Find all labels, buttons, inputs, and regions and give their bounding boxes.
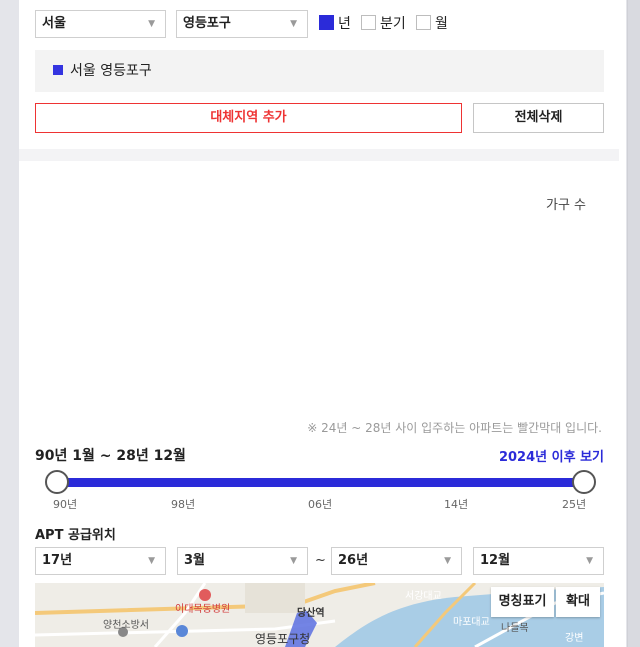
chevron-down-icon: ▼	[586, 556, 593, 566]
to-month-value: 12월	[480, 553, 511, 568]
range-tick-label: 06년	[308, 498, 333, 511]
checkbox-unchecked-icon	[416, 15, 431, 30]
chart-y-axis-label: 가구 수	[546, 198, 587, 213]
to-year-value: 26년	[338, 553, 369, 568]
range-slider-max-handle[interactable]	[572, 470, 596, 494]
from-month-value: 3월	[184, 553, 206, 568]
zoom-button[interactable]: 확대	[556, 587, 600, 617]
region-tag-label: 서울 영등포구	[70, 63, 152, 79]
to-year-select[interactable]: 26년 ▼	[331, 547, 462, 575]
range-tick-label: 14년	[444, 498, 469, 511]
map-label-district-office: 영등포구청	[255, 632, 311, 646]
range-separator: ~	[315, 553, 326, 568]
period-month-checkbox[interactable]: 월	[416, 15, 448, 33]
period-month-label: 월	[435, 16, 448, 32]
period-year-label: 년	[338, 16, 351, 32]
chevron-down-icon: ▼	[290, 556, 297, 566]
district-select[interactable]: 영등포구 ▼	[176, 10, 308, 38]
delete-all-button[interactable]: 전체삭제	[473, 103, 604, 133]
district-select-value: 영등포구	[183, 16, 231, 31]
period-quarter-checkbox[interactable]: 분기	[361, 15, 406, 33]
range-slider-track[interactable]	[57, 478, 584, 487]
map-label-hospital: 이대목동병원	[175, 604, 231, 615]
map-label-nadeul: 나들목	[501, 623, 529, 634]
map-label-mapo-bridge: 마포대교	[453, 617, 490, 628]
from-year-value: 17년	[42, 553, 73, 568]
name-toggle-button[interactable]: 명칭표기	[491, 587, 554, 617]
map-label-fire-station: 양천소방서	[103, 620, 149, 631]
region-tag: 서울 영등포구	[35, 50, 604, 92]
checkbox-checked-icon	[319, 15, 334, 30]
period-year-checkbox[interactable]: 년	[319, 15, 351, 33]
chevron-down-icon: ▼	[148, 19, 155, 29]
scrollbar[interactable]	[627, 0, 640, 647]
checkbox-unchecked-icon	[361, 15, 376, 30]
chart-note: ※ 24년 ~ 28년 사이 입주하는 아파트는 빨간막대 입니다.	[307, 421, 602, 435]
series-color-swatch	[53, 65, 63, 75]
after-2024-link[interactable]: 2024년 이후 보기	[499, 446, 604, 465]
add-alt-region-button[interactable]: 대체지역 추가	[35, 103, 462, 133]
range-slider-min-handle[interactable]	[45, 470, 69, 494]
chevron-down-icon: ▼	[290, 19, 297, 29]
range-tick-label: 90년	[53, 498, 78, 511]
range-title: 90년 1월 ~ 28년 12월	[35, 448, 186, 464]
chevron-down-icon: ▼	[444, 556, 451, 566]
apt-supply-title: APT 공급위치	[35, 528, 116, 543]
map-label-station: 당산역	[297, 608, 325, 619]
city-select-value: 서울	[42, 16, 66, 31]
map-label-river: 강변	[565, 633, 584, 644]
range-tick-label: 98년	[171, 498, 196, 511]
from-year-select[interactable]: 17년 ▼	[35, 547, 166, 575]
chevron-down-icon: ▼	[148, 556, 155, 566]
city-select[interactable]: 서울 ▼	[35, 10, 166, 38]
range-tick-label: 25년	[562, 498, 587, 511]
to-month-select[interactable]: 12월 ▼	[473, 547, 604, 575]
period-quarter-label: 분기	[380, 16, 406, 32]
map-label-bridge: 서강대교	[405, 591, 442, 602]
section-divider	[19, 149, 619, 161]
from-month-select[interactable]: 3월 ▼	[177, 547, 308, 575]
